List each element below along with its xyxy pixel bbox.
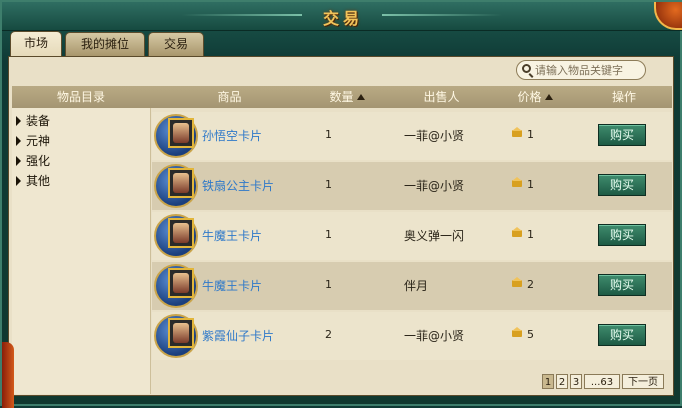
sort-up-icon[interactable] [544, 94, 553, 100]
item-quantity: 1 [325, 228, 332, 241]
page-button-last[interactable]: ...63 [584, 374, 620, 389]
buy-button[interactable]: 购买 [598, 324, 646, 346]
item-catalog: 装备 元神 强化 其他 [12, 108, 151, 394]
item-price: 1 [527, 128, 534, 141]
gold-ingot-icon [512, 227, 522, 237]
catalog-label: 元神 [26, 134, 51, 148]
buy-button[interactable]: 购买 [598, 174, 646, 196]
catalog-item-enhance[interactable]: 强化 [16, 152, 50, 170]
header-item: 商品 [217, 90, 242, 104]
gold-ingot-icon [512, 177, 522, 187]
search-input[interactable] [535, 62, 643, 78]
table-row: 铁扇公主卡片 1 一菲@小贤 1 购买 [152, 162, 672, 210]
catalog-item-other[interactable]: 其他 [16, 172, 50, 190]
seller-name: 伴月 [404, 279, 429, 293]
header-catalog: 物品目录 [56, 90, 105, 104]
expand-arrow-icon [16, 176, 21, 186]
table-row: 孙悟空卡片 1 一菲@小贤 1 购买 [152, 112, 672, 160]
table-header: 物品目录 商品 数量 出售人 价格 操作 [12, 86, 672, 108]
item-quantity: 1 [325, 128, 332, 141]
tab-market[interactable]: 市场 [10, 31, 62, 57]
tab-trade[interactable]: 交易 [148, 32, 204, 56]
seller-name: 一菲@小贤 [404, 329, 465, 343]
header-action: 操作 [611, 90, 636, 104]
buy-button[interactable]: 购买 [598, 274, 646, 296]
card-portrait-icon [168, 218, 194, 248]
item-price: 2 [527, 278, 534, 291]
item-name-link[interactable]: 铁扇公主卡片 [202, 177, 274, 194]
seller-name: 一菲@小贤 [404, 179, 465, 193]
item-name-link[interactable]: 牛魔王卡片 [202, 227, 262, 244]
seller-name: 奥义弹一闪 [404, 229, 465, 243]
window-title: 交易 [322, 9, 363, 28]
header-quantity-label: 数量 [329, 90, 354, 104]
item-quantity: 1 [325, 178, 332, 191]
item-quantity: 1 [325, 278, 332, 291]
card-portrait-icon [168, 318, 194, 348]
tab-my-stall[interactable]: 我的摊位 [65, 32, 145, 56]
item-price: 1 [527, 178, 534, 191]
header-price[interactable]: 价格 [500, 86, 570, 108]
header-seller: 出售人 [423, 90, 460, 104]
buy-button[interactable]: 购买 [598, 224, 646, 246]
page-button-2[interactable]: 2 [556, 374, 568, 389]
item-name-link[interactable]: 紫霞仙子卡片 [202, 327, 274, 344]
item-name-link[interactable]: 牛魔王卡片 [202, 277, 262, 294]
table-row: 紫霞仙子卡片 2 一菲@小贤 5 购买 [152, 312, 672, 360]
item-price: 5 [527, 328, 534, 341]
title-bar[interactable]: 交易 [2, 2, 682, 31]
seller-name: 一菲@小贤 [404, 129, 465, 143]
gold-ingot-icon [512, 127, 522, 137]
gold-ingot-icon [512, 327, 522, 337]
card-portrait-icon [168, 168, 194, 198]
item-quantity: 2 [325, 328, 332, 341]
expand-arrow-icon [16, 136, 21, 146]
gold-ingot-icon [512, 277, 522, 287]
item-name-link[interactable]: 孙悟空卡片 [202, 127, 262, 144]
expand-arrow-icon [16, 116, 21, 126]
header-price-label: 价格 [517, 90, 542, 104]
buy-button[interactable]: 购买 [598, 124, 646, 146]
page-button-3[interactable]: 3 [570, 374, 582, 389]
catalog-item-spirit[interactable]: 元神 [16, 132, 50, 150]
card-portrait-icon [168, 118, 194, 148]
catalog-label: 其他 [26, 174, 51, 188]
sort-up-icon[interactable] [356, 94, 365, 100]
card-portrait-icon [168, 268, 194, 298]
search-box[interactable] [516, 60, 646, 80]
table-row: 牛魔王卡片 1 伴月 2 购买 [152, 262, 672, 310]
table-row: 牛魔王卡片 1 奥义弹一闪 1 购买 [152, 212, 672, 260]
title-ornament-right [382, 14, 502, 16]
item-price: 1 [527, 228, 534, 241]
header-quantity[interactable]: 数量 [312, 86, 382, 108]
catalog-label: 强化 [26, 154, 51, 168]
corner-decoration [2, 342, 14, 408]
expand-arrow-icon [16, 156, 21, 166]
next-page-button[interactable]: 下一页 [622, 374, 664, 389]
trade-window: 交易 市场 我的摊位 交易 物品目录 商品 数量 出售人 价格 操作 装备 元神… [0, 0, 682, 408]
catalog-item-equipment[interactable]: 装备 [16, 112, 50, 130]
search-icon[interactable] [522, 64, 531, 73]
catalog-label: 装备 [26, 114, 51, 128]
page-button-1[interactable]: 1 [542, 374, 554, 389]
